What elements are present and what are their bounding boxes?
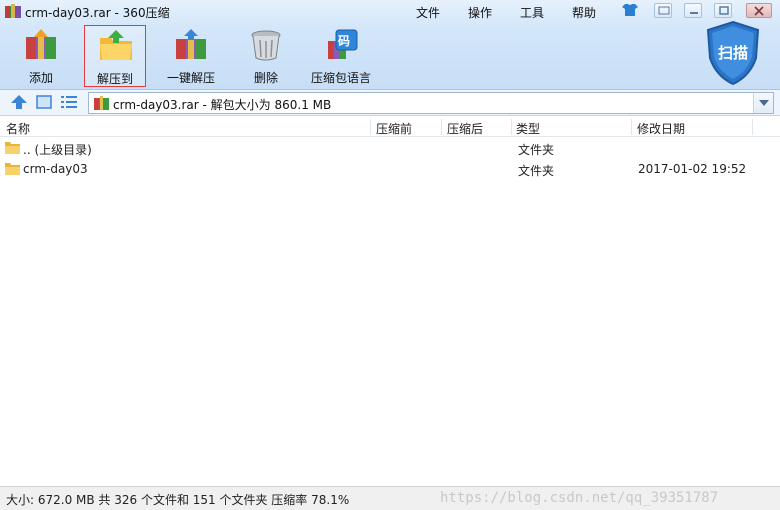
column-divider[interactable] xyxy=(752,119,753,135)
menu-help[interactable]: 帮助 xyxy=(572,4,596,21)
one-click-extract-label: 一键解压 xyxy=(166,71,215,85)
status-bar: 大小: 672.0 MB 共 326 个文件和 151 个文件夹 压缩率 78.… xyxy=(0,486,780,510)
table-row[interactable]: .. (上级目录) 文件夹 xyxy=(0,138,780,159)
close-button[interactable] xyxy=(746,3,772,18)
maximize-button[interactable] xyxy=(714,3,732,18)
address-dropdown-button[interactable] xyxy=(753,93,773,113)
column-type[interactable]: 类型 xyxy=(516,120,540,137)
add-archive-icon xyxy=(26,29,56,59)
column-compressed-size[interactable]: 压缩后 xyxy=(447,120,483,137)
extract-to-button[interactable]: 解压到 xyxy=(84,25,146,87)
encoding-badge: 码 xyxy=(338,34,351,48)
watermark: https://blog.csdn.net/qq_39351787 xyxy=(440,490,719,506)
minimize-icon xyxy=(690,12,698,14)
column-divider[interactable] xyxy=(511,119,512,135)
menu-file[interactable]: 文件 xyxy=(416,4,440,21)
row-type: 文件夹 xyxy=(518,143,555,157)
close-icon xyxy=(754,6,764,16)
skin-icon[interactable] xyxy=(622,3,638,17)
address-path: crm-day03.rar - 解包大小为 860.1 MB xyxy=(113,98,332,112)
add-button[interactable]: 添加 xyxy=(10,25,72,87)
folder-icon xyxy=(5,163,20,175)
maximize-icon xyxy=(719,6,729,15)
scan-label: 扫描 xyxy=(717,44,748,62)
one-click-extract-icon xyxy=(176,29,206,59)
row-date: 2017-01-02 19:52 xyxy=(638,162,747,176)
table-row[interactable]: crm-day03 文件夹 2017-01-02 19:52 xyxy=(0,159,780,180)
message-icon xyxy=(658,6,670,15)
feedback-button[interactable] xyxy=(654,3,672,18)
archive-encoding-button[interactable]: 码 压缩包语言 xyxy=(310,25,372,87)
column-original-size[interactable]: 压缩前 xyxy=(376,120,412,137)
address-bar[interactable]: crm-day03.rar - 解包大小为 860.1 MB xyxy=(88,92,774,114)
column-divider[interactable] xyxy=(370,119,371,135)
chevron-down-icon xyxy=(759,100,769,106)
extract-to-label: 解压到 xyxy=(96,72,133,86)
folder-icon xyxy=(5,142,20,154)
title-bar: crm-day03.rar - 360压缩 文件 操作 工具 帮助 xyxy=(0,0,780,22)
one-click-extract-button[interactable]: 一键解压 xyxy=(160,25,222,87)
app-icon xyxy=(5,4,21,18)
rar-file-icon xyxy=(94,96,109,110)
extract-to-icon xyxy=(100,30,132,60)
list-view-icon[interactable] xyxy=(61,95,77,109)
archive-encoding-label: 压缩包语言 xyxy=(310,71,371,85)
trash-icon xyxy=(251,30,281,61)
column-headers: 名称 压缩前 压缩后 类型 修改日期 xyxy=(0,117,780,137)
up-arrow-icon[interactable] xyxy=(11,95,27,109)
window-title: crm-day03.rar - 360压缩 xyxy=(25,6,170,20)
delete-button[interactable]: 删除 xyxy=(235,25,297,87)
column-modified-date[interactable]: 修改日期 xyxy=(637,120,685,137)
menu-operation[interactable]: 操作 xyxy=(468,4,492,21)
row-name: .. (上级目录) xyxy=(23,143,92,157)
column-divider[interactable] xyxy=(441,119,442,135)
delete-label: 删除 xyxy=(253,71,278,85)
menu-tools[interactable]: 工具 xyxy=(520,4,544,21)
header-area: crm-day03.rar - 360压缩 文件 操作 工具 帮助 添加 解压到… xyxy=(0,0,780,90)
thumbnail-view-icon[interactable] xyxy=(36,95,52,109)
row-name: crm-day03 xyxy=(23,162,88,176)
column-divider[interactable] xyxy=(631,119,632,135)
status-text: 大小: 672.0 MB 共 326 个文件和 151 个文件夹 压缩率 78.… xyxy=(6,493,350,507)
row-type: 文件夹 xyxy=(518,164,555,178)
scan-button[interactable]: 扫描 xyxy=(704,20,762,86)
column-name[interactable]: 名称 xyxy=(6,120,30,137)
add-label: 添加 xyxy=(28,71,53,85)
minimize-button[interactable] xyxy=(684,3,702,18)
address-row: crm-day03.rar - 解包大小为 860.1 MB xyxy=(0,90,780,116)
